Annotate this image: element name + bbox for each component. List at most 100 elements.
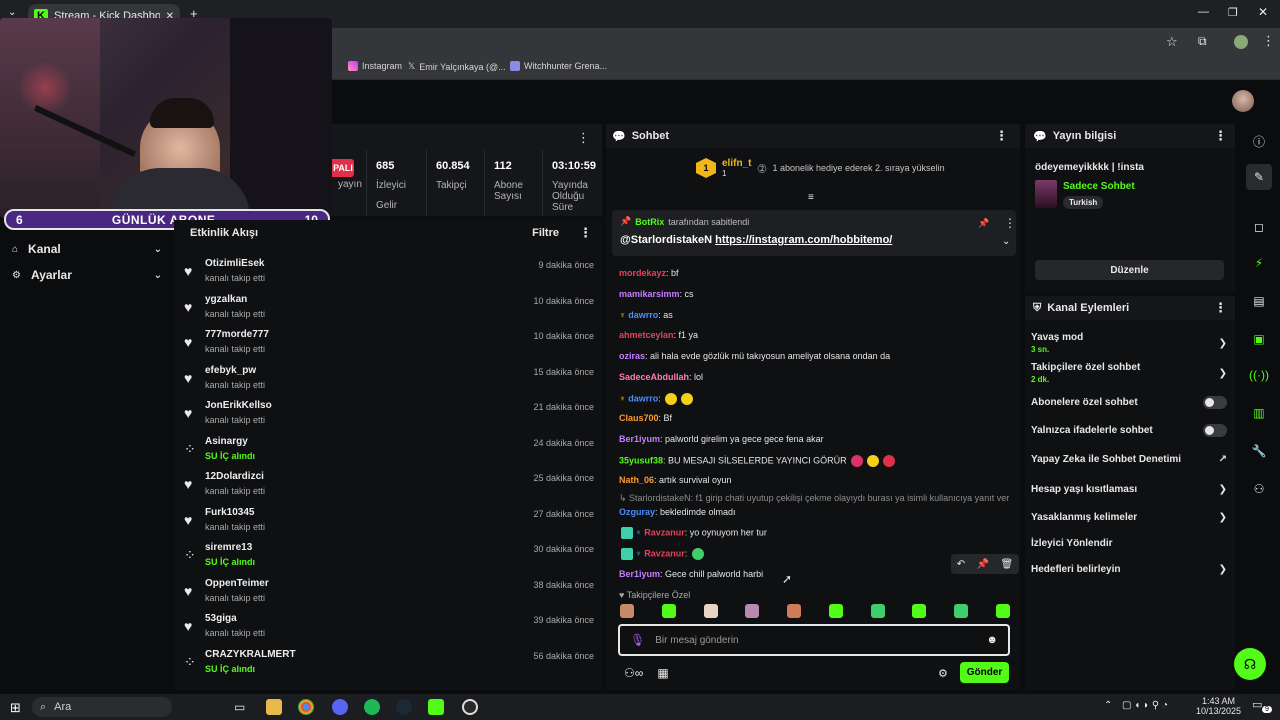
- unpin-icon[interactable]: 📌: [978, 218, 989, 229]
- channel-action-item[interactable]: Hedefleri belirleyin ❯: [1031, 564, 1227, 575]
- channel-action-item[interactable]: İzleyici Yönlendir: [1031, 538, 1227, 549]
- tray-icons[interactable]: ▢ ◖ ◗ ⚲ ◔: [1122, 700, 1168, 711]
- spotify-icon[interactable]: [364, 699, 380, 715]
- wrench-icon[interactable]: 🔧: [1246, 438, 1272, 464]
- channel-action-item[interactable]: Yasaklanmış kelimeler ❯: [1031, 512, 1227, 523]
- chat-message[interactable]: Nath_06: artık survival oyun: [619, 475, 1009, 485]
- emote-icon[interactable]: [870, 604, 885, 618]
- toggle-switch[interactable]: [1203, 396, 1227, 409]
- activity-row[interactable]: ♥ OppenTeimer kanalı takip etti 38 dakika ö…: [184, 576, 594, 610]
- more-options-icon[interactable]: ⋮: [1214, 300, 1227, 316]
- users-icon[interactable]: ⚇: [1246, 476, 1272, 502]
- broadcast-icon[interactable]: ((·)): [1246, 362, 1272, 388]
- send-button[interactable]: Gönder: [960, 662, 1009, 683]
- chat-username[interactable]: 35yusuf38: [619, 455, 663, 465]
- activity-row[interactable]: ♥ 12Dolardizci kanalı takip etti 25 dakika …: [184, 469, 594, 503]
- chevron-down-icon[interactable]: ⌄: [1002, 236, 1010, 247]
- pin-message-icon[interactable]: 📌: [977, 559, 989, 570]
- activity-row[interactable]: ♥ JonErikKellso kanalı takip etti 21 dakika…: [184, 398, 594, 432]
- extensions-icon[interactable]: ⧉: [1198, 34, 1207, 49]
- notifications-icon[interactable]: ▭: [1252, 698, 1262, 711]
- chat-message-input[interactable]: [655, 634, 977, 646]
- chat-message[interactable]: Claus700: Bf: [619, 413, 1009, 423]
- reply-icon[interactable]: ↶: [957, 559, 965, 570]
- user-avatar[interactable]: [1232, 90, 1254, 112]
- chat-username[interactable]: oziras: [619, 351, 645, 361]
- activity-row[interactable]: ♥ 53giga kanalı takip etti 39 dakika önce: [184, 611, 594, 645]
- chat-username[interactable]: Ravzanur: [644, 548, 685, 558]
- channel-action-item[interactable]: Yavaş mod 3 sn. ❯: [1031, 332, 1227, 354]
- chat-username[interactable]: Nath_06: [619, 475, 654, 485]
- channel-action-item[interactable]: Takipçilere özel sohbet 2 dk. ❯: [1031, 362, 1227, 384]
- bookmark-x[interactable]: 𝕏 Emir Yalçınkaya (@...: [408, 61, 506, 72]
- more-options-icon[interactable]: ⋮: [1004, 216, 1016, 230]
- layout-icon[interactable]: ▥: [1246, 400, 1272, 426]
- channel-action-item[interactable]: Yalnızca ifadelerle sohbet: [1031, 424, 1227, 437]
- chrome-icon[interactable]: [298, 699, 314, 715]
- support-icon[interactable]: ☊: [1234, 648, 1266, 680]
- bookmark-instagram[interactable]: Instagram: [348, 61, 402, 71]
- activity-row[interactable]: ⁘ Asinargy SU İÇ alındı 24 dakika önce: [184, 434, 594, 468]
- taskbar-search[interactable]: ⌕ Ara: [32, 697, 172, 717]
- channel-action-item[interactable]: Abonelere özel sohbet: [1031, 396, 1227, 409]
- chat-message[interactable]: ♆ dawrro: as: [619, 310, 1009, 320]
- toggle-switch[interactable]: [1203, 424, 1227, 437]
- pinned-link[interactable]: https://instagram.com/hobbitemo/: [715, 234, 892, 246]
- taskbar-clock[interactable]: 1:43 AM 10/13/2025: [1196, 696, 1241, 716]
- activity-row[interactable]: ♥ efebyk_pw kanalı takip etti 15 dakika önc…: [184, 363, 594, 397]
- browser-menu-icon[interactable]: ⋮: [1262, 33, 1275, 49]
- emote-icon[interactable]: [787, 604, 802, 618]
- stream-category[interactable]: Sadece Sohbet: [1063, 181, 1135, 192]
- delete-icon[interactable]: 🗑: [1001, 559, 1014, 570]
- chat-input-box[interactable]: 🎙 ☻: [618, 624, 1010, 656]
- chat-bubble-icon[interactable]: ▣: [1246, 326, 1272, 352]
- chat-message[interactable]: Ber1iyum: palworld girelim ya gece gece …: [619, 434, 1009, 444]
- more-options-icon[interactable]: ⋮: [577, 130, 590, 146]
- emote-icon[interactable]: [661, 604, 676, 618]
- emote-icon[interactable]: [954, 604, 969, 618]
- restore-icon[interactable]: ❐: [1228, 6, 1238, 19]
- emote-icon[interactable]: [828, 604, 843, 618]
- sidebar-item-ayarlar[interactable]: ⚙ Ayarlar ⌄: [12, 264, 162, 286]
- channel-action-item[interactable]: Hesap yaşı kısıtlaması ❯: [1031, 484, 1227, 495]
- chat-message[interactable]: SadeceAbdullah: lol: [619, 372, 1009, 382]
- gift-store-icon[interactable]: ▦: [657, 666, 668, 680]
- chat-username[interactable]: ahmetceylan: [619, 330, 674, 340]
- chat-message[interactable]: ahmetceylan: f1 ya: [619, 330, 1009, 340]
- chat-username[interactable]: Ravzanur: [644, 527, 685, 537]
- obs-icon[interactable]: [462, 699, 478, 715]
- kick-app-icon[interactable]: [428, 699, 444, 715]
- minimize-icon[interactable]: —: [1198, 6, 1209, 18]
- chat-username[interactable]: Claus700: [619, 413, 659, 423]
- chat-message[interactable]: mordekayz: bf: [619, 268, 1009, 278]
- filter-button[interactable]: Filtre: [532, 227, 559, 239]
- channel-action-item[interactable]: Yapay Zeka ile Sohbet Denetimi ↗: [1031, 454, 1227, 465]
- edit-button[interactable]: Düzenle: [1035, 260, 1224, 280]
- close-window-icon[interactable]: ✕: [1258, 5, 1268, 19]
- users-icon[interactable]: ⚇∞: [624, 666, 643, 680]
- edit-icon[interactable]: ✎: [1246, 164, 1272, 190]
- activity-row[interactable]: ⁘ CRAZYKRALMERT SU İÇ alındı 56 dakika önce: [184, 647, 594, 681]
- activity-row[interactable]: ⁘ siremre13 SU İÇ alındı 30 dakika önce: [184, 540, 594, 574]
- chat-username[interactable]: Ber1iyum: [619, 434, 660, 444]
- lightning-icon[interactable]: ⚡: [1246, 250, 1272, 276]
- info-icon[interactable]: ⓘ: [1246, 128, 1272, 154]
- task-view-icon[interactable]: ▭: [234, 700, 245, 714]
- tray-overflow-icon[interactable]: ⌃: [1104, 700, 1112, 711]
- chat-username[interactable]: dawrro: [628, 310, 658, 320]
- chat-username[interactable]: Ozguray: [619, 507, 655, 517]
- gift-leaderboard-banner[interactable]: 1 elifn_t 1 ⓶ 1 abonelik hediye ederek 2…: [696, 158, 945, 178]
- bookmark-witchhunter[interactable]: Witchhunter Grena...: [510, 61, 607, 71]
- more-options-icon[interactable]: ⋮: [1214, 128, 1227, 144]
- chat-username[interactable]: Ber1iyum: [619, 569, 660, 579]
- chat-message[interactable]: 35yusuf38: BU MESAJI SİLSELERDE YAYINCI …: [619, 455, 1009, 467]
- chat-message[interactable]: oziras: ali hala evde gözlük mü takıyosu…: [619, 351, 1009, 361]
- emote-icon[interactable]: [912, 604, 927, 618]
- chat-username[interactable]: mamikarsimm: [619, 289, 680, 299]
- scroll-down-icon[interactable]: ≡: [808, 192, 814, 203]
- clip-icon[interactable]: ◻: [1246, 214, 1272, 240]
- emote-icon[interactable]: [620, 604, 634, 618]
- document-icon[interactable]: ▤: [1246, 288, 1272, 314]
- emoji-icon[interactable]: ☻: [986, 634, 998, 646]
- activity-row[interactable]: ♥ 777morde777 kanalı takip etti 10 dakika ö…: [184, 327, 594, 361]
